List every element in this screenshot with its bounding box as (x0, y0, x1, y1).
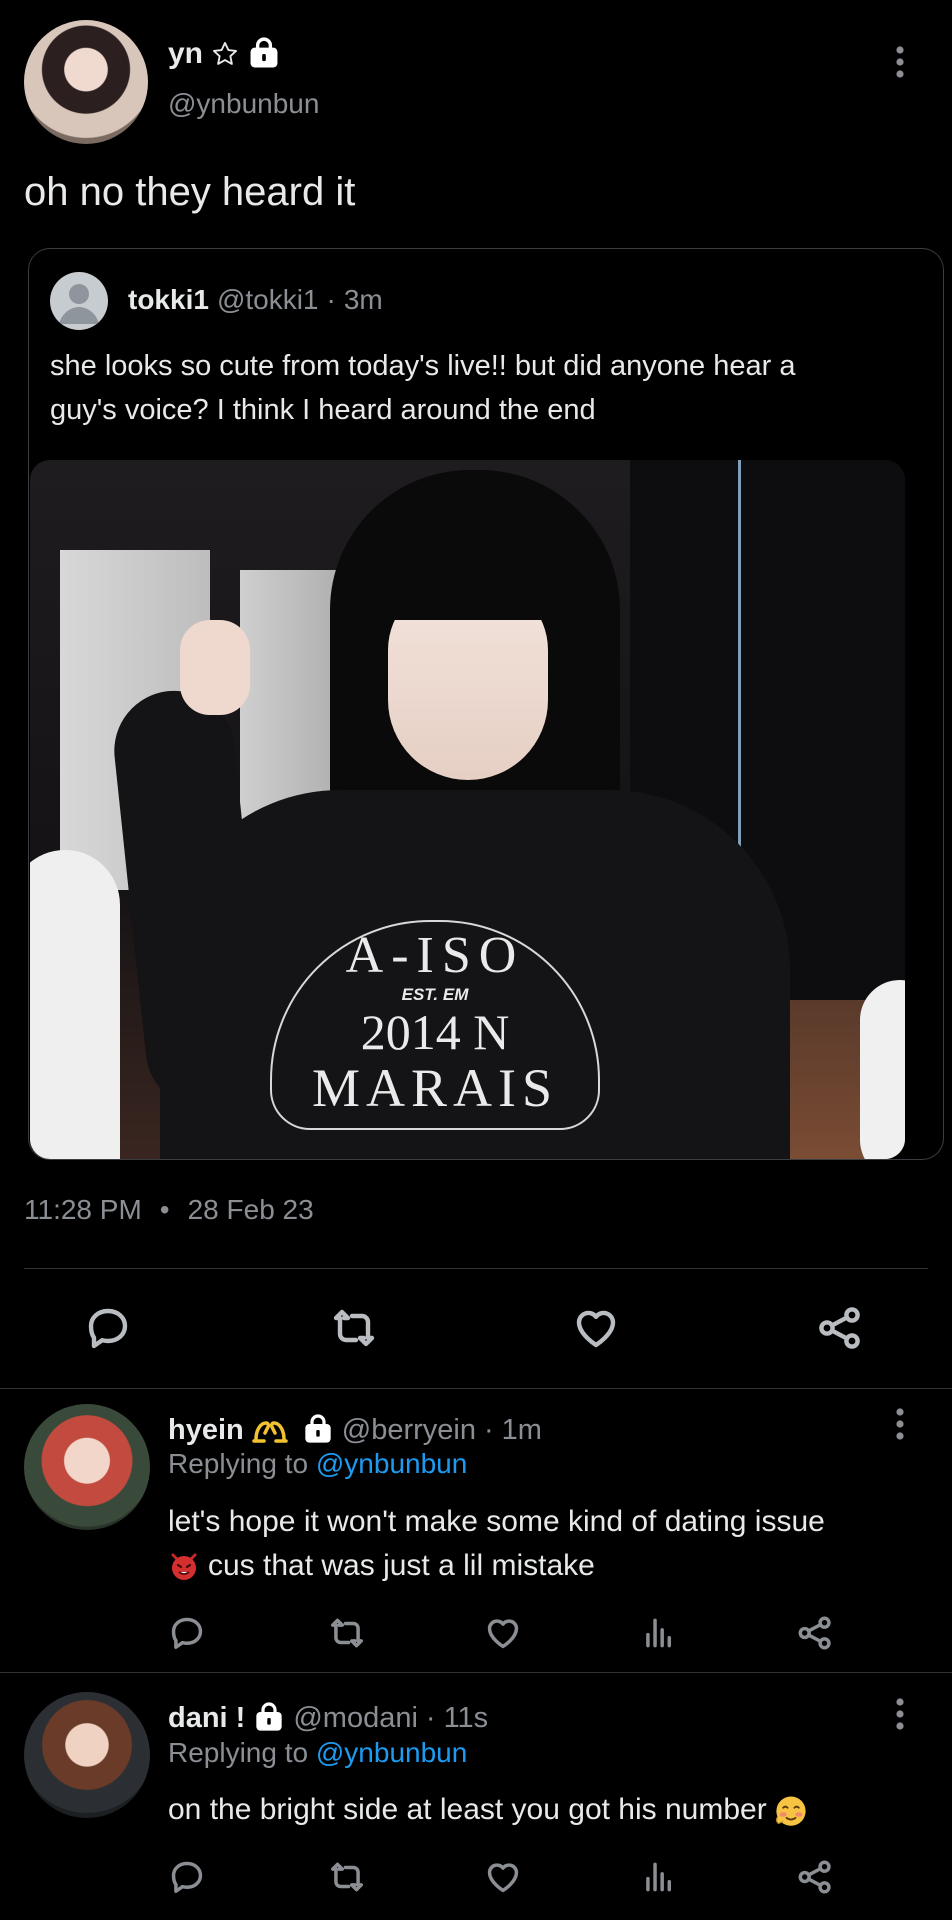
shirt-text-top: A-ISO (345, 927, 525, 984)
retweet-icon[interactable] (330, 1304, 378, 1352)
reply1-author-row[interactable]: hyein @berryein · 1m (168, 1410, 542, 1450)
photo-hand (180, 620, 250, 715)
reply2-author-avatar[interactable] (24, 1692, 150, 1818)
share-icon[interactable] (796, 1858, 834, 1896)
reply1-replying-prefix: Replying to (168, 1448, 309, 1479)
reply1-text-line-1: let's hope it won't make some kind of da… (168, 1505, 825, 1538)
reply2-author-row[interactable]: dani ! @modani · 11s (168, 1698, 488, 1738)
more-vertical-icon[interactable] (890, 1696, 910, 1732)
reply2-text: on the bright side at least you got his … (168, 1792, 809, 1828)
reply2-handle: @modani (293, 1701, 418, 1734)
reply2-display-name: dani ! (168, 1701, 246, 1734)
reply1-replying-to: Replying to @ynbunbun (168, 1448, 467, 1480)
share-icon[interactable] (796, 1614, 834, 1652)
photo-background-stripe (738, 460, 741, 880)
default-avatar-icon[interactable] (50, 272, 108, 330)
shirt-text-est: EST. EM (401, 985, 469, 1004)
heart-hands-emoji (252, 1415, 288, 1445)
quoted-text-line-1: she looks so cute from today's live!! bu… (50, 350, 796, 382)
retweet-icon[interactable] (328, 1614, 366, 1652)
main-author-display-name: yn (168, 37, 204, 70)
reply2-text-line-1: on the bright side at least you got his … (168, 1793, 767, 1826)
timestamp-separator: • (159, 1194, 170, 1225)
quoted-author-row[interactable]: tokki1 @tokki1 · 3m (128, 284, 383, 316)
star-outline-icon (211, 40, 239, 68)
more-vertical-icon[interactable] (890, 44, 910, 80)
main-tweet-divider (24, 1268, 928, 1269)
reply2-replying-handle[interactable]: @ynbunbun (316, 1737, 467, 1768)
quoted-age: 3m (343, 284, 383, 315)
devil-emoji (168, 1550, 200, 1582)
main-author-handle[interactable]: @ynbunbun (168, 88, 319, 120)
photo-left-figure (30, 850, 120, 1159)
lock-icon (302, 1414, 334, 1446)
reply-icon[interactable] (168, 1858, 206, 1896)
reply1-divider (0, 1672, 952, 1673)
shirt-text-bottom: MARAIS (311, 1058, 559, 1118)
reply2-age: 11s (443, 1701, 489, 1734)
reply1-text-line-2: cus that was just a lil mistake (208, 1549, 595, 1582)
like-icon[interactable] (572, 1304, 620, 1352)
more-vertical-icon[interactable] (890, 1406, 910, 1442)
reply1-separator: · (483, 1413, 494, 1446)
shirt-text-year: 2014 N (360, 1004, 510, 1060)
actions-divider (0, 1388, 952, 1389)
blushing-emoji (773, 1792, 809, 1828)
timestamp-date: 28 Feb 23 (187, 1194, 314, 1225)
main-tweet-timestamp: 11:28 PM • 28 Feb 23 (24, 1194, 314, 1226)
reply1-text: let's hope it won't make some kind of da… (168, 1500, 825, 1588)
main-tweet-text: oh no they heard it (24, 170, 356, 214)
analytics-icon[interactable] (640, 1858, 678, 1896)
quoted-author-display-name: tokki1 (128, 284, 209, 315)
like-icon[interactable] (484, 1858, 522, 1896)
retweet-icon[interactable] (328, 1858, 366, 1896)
reply2-separator: · (425, 1701, 436, 1734)
reply2-replying-prefix: Replying to (168, 1737, 309, 1768)
photo-shirt-print: A-ISO EST. EM 2014 N MARAIS (270, 920, 600, 1130)
photo-right-object (860, 980, 905, 1159)
quoted-tweet-photo[interactable]: A-ISO EST. EM 2014 N MARAIS (30, 460, 905, 1159)
reply1-handle: @berryein (341, 1413, 476, 1446)
lock-icon (253, 1702, 285, 1734)
share-icon[interactable] (816, 1304, 864, 1352)
analytics-icon[interactable] (640, 1614, 678, 1652)
quoted-author-handle: @tokki1 (216, 284, 319, 315)
reply1-age: 1m (501, 1413, 542, 1446)
quoted-separator: · (326, 284, 336, 315)
main-author-avatar[interactable] (24, 20, 148, 144)
reply-icon[interactable] (168, 1614, 206, 1652)
quoted-tweet-text: she looks so cute from today's live!! bu… (50, 344, 795, 432)
main-author-name-row[interactable]: yn (168, 36, 281, 72)
reply1-display-name: hyein (168, 1413, 244, 1446)
timestamp-time: 11:28 PM (24, 1194, 142, 1225)
lock-icon (247, 37, 281, 71)
reply-icon[interactable] (84, 1304, 132, 1352)
reply2-replying-to: Replying to @ynbunbun (168, 1737, 467, 1769)
like-icon[interactable] (484, 1614, 522, 1652)
reply1-replying-handle[interactable]: @ynbunbun (316, 1448, 467, 1479)
reply1-author-avatar[interactable] (24, 1404, 150, 1530)
quoted-text-line-2: guy's voice? I think I heard around the … (50, 394, 596, 426)
